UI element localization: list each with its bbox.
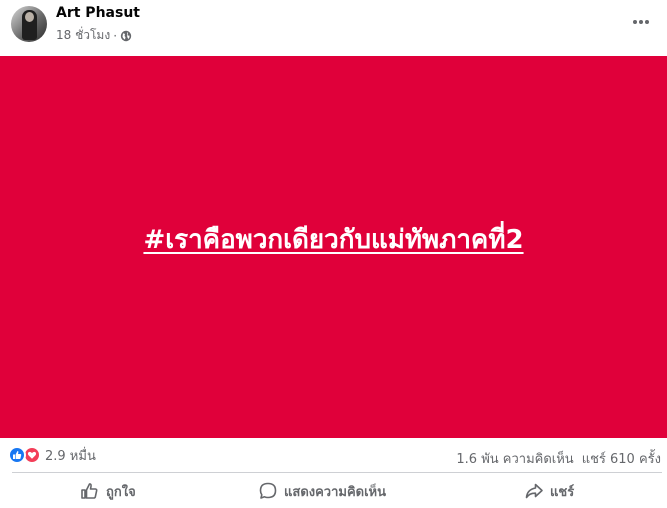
comment-button[interactable]: แสดงความคิดเห็น bbox=[258, 474, 386, 508]
reaction-count: 2.9 หมื่น bbox=[45, 448, 96, 464]
comment-label: แสดงความคิดเห็น bbox=[284, 484, 387, 500]
avatar[interactable] bbox=[11, 6, 47, 42]
post-header: Art Phasut 18 ชั่วโมง · bbox=[0, 0, 667, 56]
meta-separator: · bbox=[113, 28, 118, 43]
comment-count[interactable]: 1.6 พัน ความคิดเห็น bbox=[456, 448, 573, 469]
globe-icon[interactable] bbox=[120, 30, 132, 42]
reactions-summary[interactable]: 2.9 หมื่น bbox=[8, 445, 96, 465]
post-actions: ถูกใจ แสดงความคิดเห็น แชร์ bbox=[0, 474, 667, 508]
like-button[interactable]: ถูกใจ bbox=[80, 474, 136, 508]
post-image[interactable]: #เราคือพวกเดียวกับแม่ทัพภาคที่2 bbox=[0, 56, 667, 438]
comment-icon bbox=[259, 482, 277, 499]
share-label: แชร์ bbox=[550, 484, 575, 500]
like-icon bbox=[8, 446, 26, 464]
share-icon bbox=[525, 483, 543, 499]
engagement-counts: 1.6 พัน ความคิดเห็น แชร์ 610 ครั้ง bbox=[456, 448, 661, 469]
share-button[interactable]: แชร์ bbox=[524, 474, 574, 508]
share-count[interactable]: แชร์ 610 ครั้ง bbox=[582, 448, 661, 469]
post-meta: 18 ชั่วโมง · bbox=[56, 26, 132, 45]
author-name[interactable]: Art Phasut bbox=[56, 5, 140, 21]
thumbs-up-icon bbox=[81, 483, 98, 499]
post-stats: 2.9 หมื่น 1.6 พัน ความคิดเห็น แชร์ 610 ค… bbox=[0, 442, 667, 470]
like-label: ถูกใจ bbox=[106, 484, 136, 500]
more-options-button[interactable] bbox=[629, 12, 653, 32]
post-time[interactable]: 18 ชั่วโมง bbox=[56, 26, 110, 45]
hashtag-link[interactable]: #เราคือพวกเดียวกับแม่ทัพภาคที่2 bbox=[143, 219, 523, 260]
divider bbox=[12, 472, 662, 473]
more-horizontal-icon bbox=[633, 20, 649, 24]
